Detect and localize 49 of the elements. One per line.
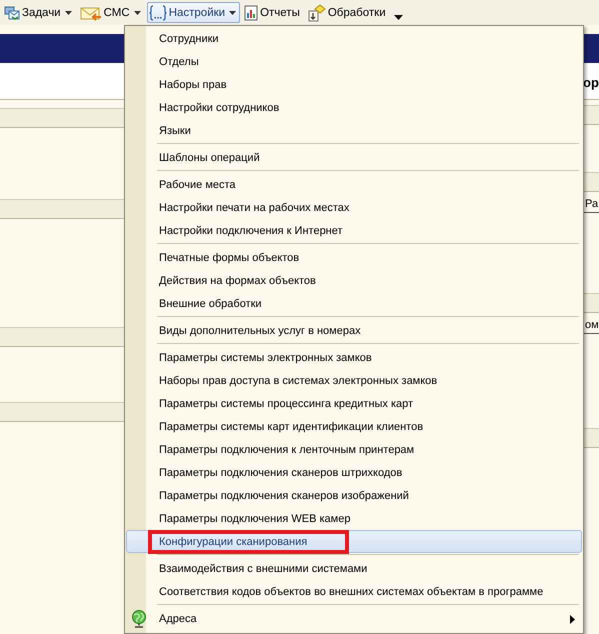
toolbar-button[interactable]: Обработки — [306, 2, 390, 23]
menu-item[interactable]: Параметры подключения WEB камер — [126, 507, 582, 530]
menu-item[interactable]: Параметры системы процессинга кредитных карт — [126, 392, 582, 415]
menu-item[interactable]: Наборы прав доступа в системах электронных замков — [126, 369, 582, 392]
processing-icon — [308, 4, 326, 22]
menu-item[interactable]: Настройки печати на рабочих местах — [126, 196, 582, 219]
section-header-bar — [583, 293, 599, 313]
menu-item[interactable]: Настройки сотрудников — [126, 96, 582, 119]
envelope-icon — [4, 4, 20, 20]
menu-item[interactable]: Внешние обработки — [126, 292, 582, 315]
menu-item[interactable]: Виды дополнительных услуг в номерах — [126, 319, 582, 342]
envelope-icon — [80, 4, 102, 20]
menu-item[interactable]: Конфигурации сканирования — [126, 530, 582, 553]
menu-item[interactable]: Отделы — [126, 50, 582, 73]
menu-item[interactable]: Наборы прав — [126, 73, 582, 96]
menu-item[interactable]: Языки — [126, 119, 582, 142]
braces-icon — [148, 4, 167, 20]
menu-item[interactable]: Соответствия кодов объектов во внешних системах объектам в программе — [126, 580, 582, 603]
menu-item[interactable]: Параметры подключения сканеров изображений — [126, 484, 582, 507]
menu-item[interactable]: Взаимодействия с внешними системами — [126, 557, 582, 580]
toolbar-button[interactable]: СМС — [78, 2, 145, 23]
form-title: ор — [583, 75, 599, 90]
menu-item[interactable]: Параметры подключения к ленточным принтерам — [126, 438, 582, 461]
caret-icon — [64, 10, 72, 14]
menu-item[interactable]: Сотрудники — [126, 27, 582, 50]
chevron-icon[interactable] — [394, 14, 403, 20]
section-header-bar — [583, 428, 599, 448]
column-title: ом — [584, 319, 599, 331]
menu-item[interactable]: Адреса — [126, 607, 582, 630]
title-bar — [583, 34, 599, 63]
section-header-bar — [583, 172, 599, 192]
menu-item[interactable]: Параметры подключения сканеров штрихкодов — [126, 461, 582, 484]
toolbar-button[interactable]: Настройки — [146, 2, 240, 23]
menu-item[interactable]: Шаблоны операций — [126, 146, 582, 169]
toolbar-button[interactable]: Задачи — [2, 2, 76, 23]
menu-item[interactable]: Действия на формах объектов — [126, 269, 582, 292]
caret-icon — [134, 10, 141, 14]
menu-item[interactable]: Рабочие места — [126, 173, 582, 196]
section-header-bar — [583, 105, 599, 125]
submenu-arrow-icon — [570, 615, 575, 624]
caret-icon — [229, 10, 236, 14]
menu-item[interactable]: Параметры системы карт идентификации клиентов — [126, 415, 582, 438]
chart-document-icon — [244, 4, 258, 20]
menu-item[interactable]: Параметры системы электронных замков — [126, 346, 582, 369]
globe-icon — [130, 610, 146, 628]
toolbar-button[interactable]: Отчеты — [242, 2, 304, 23]
menu-item[interactable]: Печатные формы объектов — [126, 246, 582, 269]
column-title: Ра — [584, 198, 598, 210]
menu-item[interactable]: Настройки подключения к Интернет — [126, 219, 582, 242]
